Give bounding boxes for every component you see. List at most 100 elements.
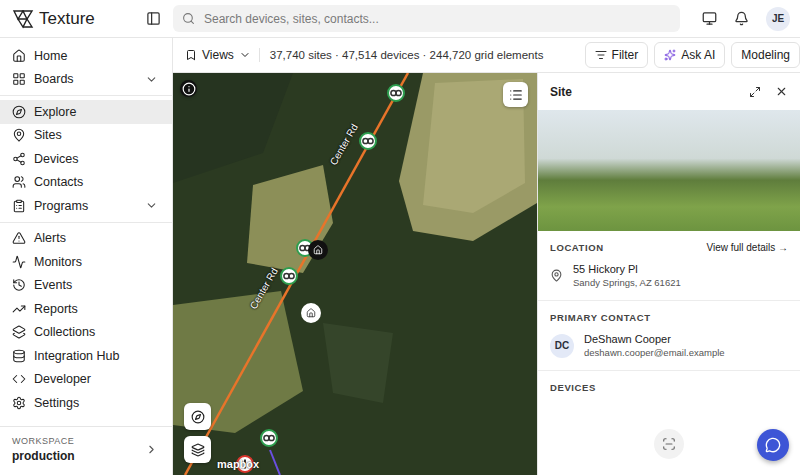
close-button[interactable] [775,85,788,98]
scan-button[interactable] [654,429,684,459]
filter-icon [595,49,607,61]
logo[interactable]: Texture [12,8,95,30]
site-pin[interactable] [301,303,321,323]
scan-icon [662,437,676,451]
city: Sandy Springs, AZ 61621 [573,277,681,288]
logo-icon [12,8,34,30]
logo-area: Texture [12,8,173,30]
views-dropdown[interactable]: Views [185,48,260,62]
view-details-link[interactable]: View full details → [706,242,788,253]
sidebar-divider [0,222,172,223]
bell-icon [734,11,749,26]
device-pin[interactable] [260,429,278,447]
sidebar-item[interactable]: Home [0,44,172,68]
layers-icon [191,443,205,457]
nav-icon [12,152,26,166]
sidebar-item[interactable]: Explore [0,100,172,124]
chat-icon [765,437,781,453]
nav-icon [12,49,26,63]
user-avatar[interactable]: JE [766,7,790,31]
layers-button[interactable] [184,436,211,463]
nav-icon [12,278,26,292]
meter-icon [390,89,402,97]
workspace-name: production [12,449,145,463]
toolbar-button[interactable]: Modeling [731,42,800,68]
toolbar: Views 37,740 sites · 47,514 devices · 244… [173,38,800,73]
expand-icon [749,86,761,98]
sidebar-item[interactable]: Devices [0,147,172,171]
search-icon [182,12,195,25]
sidebar-item[interactable]: Collections [0,321,172,345]
panel-title: Site [550,85,735,99]
site-pin[interactable] [308,240,328,260]
expand-button[interactable] [749,86,761,98]
notifications-button[interactable] [734,11,749,26]
sidebar-item[interactable]: Settings [0,391,172,415]
nav-icon [12,175,26,189]
summary-counts: 37,740 sites · 47,514 devices · 244,720 … [270,49,575,61]
device-pin[interactable] [280,267,298,285]
nav-icon [12,72,26,86]
workspace-label: WORKSPACE [12,436,145,446]
toolbar-button[interactable]: Ask AI [654,42,725,68]
monitor-icon [702,11,717,26]
chat-button[interactable] [757,429,789,461]
top-bar: Texture JE [0,0,800,38]
device-pin[interactable] [359,132,377,150]
sidebar-item[interactable]: Monitors [0,250,172,274]
compass-button[interactable] [184,403,211,430]
sidebar-item[interactable]: Events [0,274,172,298]
list-icon [509,88,523,102]
sidebar-item[interactable]: Alerts [0,227,172,251]
home-icon [313,245,323,255]
chevron-right-icon [145,443,158,456]
sidebar-item[interactable]: Integration Hub [0,344,172,368]
bookmark-icon [185,49,197,61]
close-icon [775,85,788,98]
nav-icon [12,372,26,386]
top-actions: JE [702,7,790,31]
sidebar-item[interactable]: Programs [0,194,172,218]
panel-left-icon [146,11,161,26]
chevron-down-icon [145,199,158,212]
meter-icon [283,272,295,280]
sparkles-icon [664,49,676,61]
chevron-down-icon [145,73,158,86]
devices-section: DEVICES [538,371,800,475]
monitor-button[interactable] [702,11,717,26]
search-input[interactable] [202,11,671,27]
sidebar-toggle[interactable] [146,11,161,26]
compass-icon [191,410,205,424]
nav-icon [12,302,26,316]
section-heading: LOCATION [550,242,604,253]
workspace-switcher[interactable]: WORKSPACE production [0,426,172,475]
nav-icon [12,325,26,339]
toolbar-button[interactable]: Filter [585,42,649,68]
contact-name[interactable]: DeShawn Cooper [584,333,725,345]
nav-icon [12,231,26,245]
site-photo [538,110,800,231]
map-attribution: mapbox [217,458,259,470]
site-panel: SiteLOCATIONView full details →55 Hickor… [537,73,800,475]
nav-icon [12,349,26,363]
map[interactable]: Center RdCenter Rdmapbox [173,73,537,475]
logo-text: Texture [39,9,95,29]
contact-section: PRIMARY CONTACTDCDeShawn Cooperdeshawn.c… [538,301,800,371]
map-info-button[interactable] [180,80,197,97]
chevron-down-icon [239,49,251,61]
sidebar-item[interactable]: Contacts [0,171,172,195]
search-field[interactable] [173,5,680,32]
info-icon [182,82,196,96]
nav-icon [12,199,26,213]
meter-icon [362,137,374,145]
sidebar-item[interactable]: Boards [0,68,172,92]
sidebar-item[interactable]: Reports [0,297,172,321]
meter-icon [263,434,275,442]
sidebar-item[interactable]: Developer [0,368,172,392]
panel-header: Site [538,73,800,110]
sidebar-item[interactable]: Sites [0,124,172,148]
sidebar: HomeBoards ExploreSitesDevicesContactsPro… [0,38,173,475]
contact-avatar: DC [550,334,574,358]
device-pin[interactable] [387,84,405,102]
map-list-button[interactable] [503,82,528,107]
